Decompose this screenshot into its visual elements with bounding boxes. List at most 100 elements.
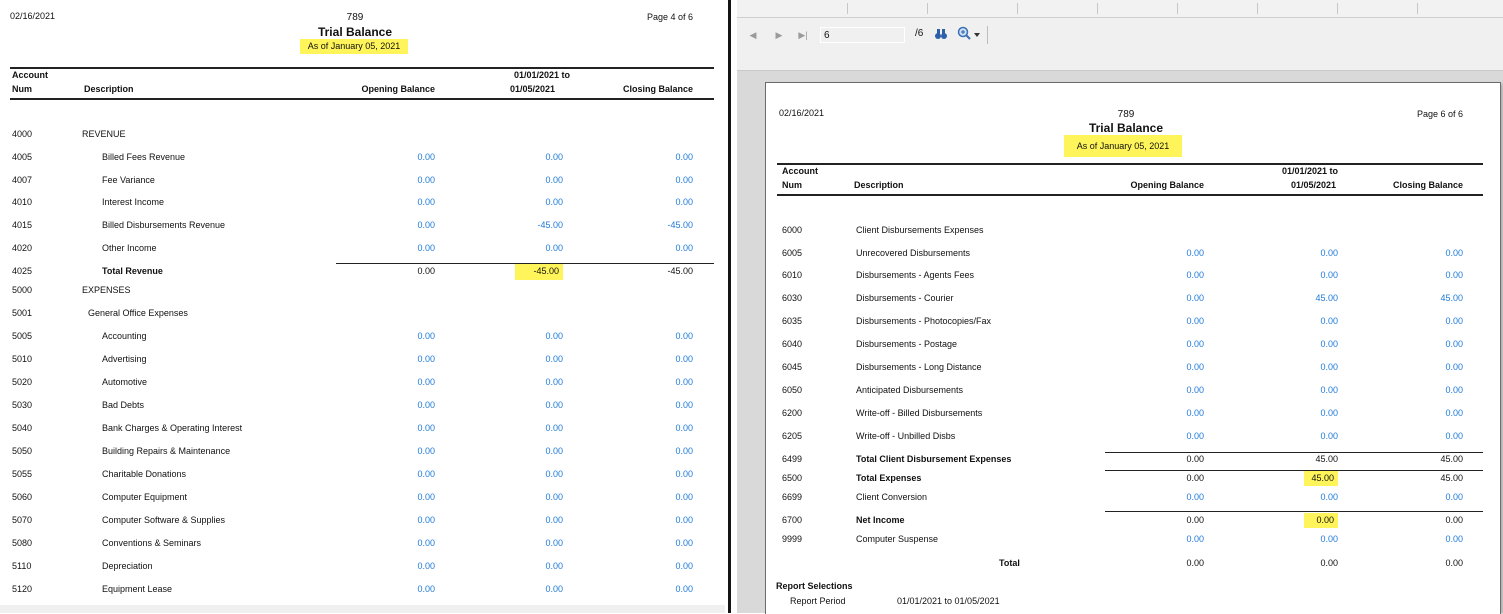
col-header-account: Account xyxy=(782,166,818,176)
col-header-num: Num xyxy=(782,180,802,190)
period-change: 0.00 xyxy=(1320,362,1338,372)
report-period-label: Report Period xyxy=(790,596,846,606)
period-change: 0.00 xyxy=(545,446,563,456)
col-header-description: Description xyxy=(84,84,134,94)
opening-balance: 0.00 xyxy=(417,331,435,341)
table-row: 5070 Computer Software & Supplies 0.00 0.00… xyxy=(0,514,715,527)
toolbar-separator xyxy=(1337,3,1338,14)
account-num: 4015 xyxy=(12,220,33,230)
opening-balance: 0.00 xyxy=(417,515,435,525)
closing-balance: 0.00 xyxy=(675,515,693,525)
opening-balance: 0.00 xyxy=(417,175,435,185)
last-page-icon[interactable]: ▶| xyxy=(795,27,811,43)
table-row: 5030 Bad Debts 0.00 0.00 0.00 xyxy=(0,399,715,412)
binoculars-icon[interactable] xyxy=(934,27,948,41)
account-num: 9999 xyxy=(782,534,803,544)
col-header-period-top: 01/01/2021 to xyxy=(513,70,570,80)
account-num: 5070 xyxy=(12,515,33,525)
toolbar-separator xyxy=(1097,3,1098,14)
account-description: EXPENSES xyxy=(82,285,131,295)
account-num: 6700 xyxy=(782,515,803,525)
toolbar-separator xyxy=(987,26,988,44)
closing-balance: 0.00 xyxy=(675,423,693,433)
net-income-rule xyxy=(1105,511,1483,512)
table-row: 6035 Disbursements - Photocopies/Fax 0.00 0… xyxy=(766,315,1496,328)
table-row: 6700 Net Income 0.00 0.00 0.00 xyxy=(766,513,1496,528)
table-row: 6005 Unrecovered Disbursements 0.00 0.00 0.0… xyxy=(766,247,1496,260)
first-page-icon[interactable]: ◀ xyxy=(745,27,761,43)
opening-balance: 0.00 xyxy=(417,538,435,548)
closing-balance: 0.00 xyxy=(1445,431,1463,441)
period-change: 45.00 xyxy=(1304,471,1338,486)
account-description: General Office Expenses xyxy=(88,308,188,318)
account-num: 5005 xyxy=(12,331,33,341)
zoom-icon[interactable] xyxy=(957,26,971,40)
chevron-down-icon[interactable] xyxy=(974,33,980,37)
closing-balance: 0.00 xyxy=(1445,408,1463,418)
table-row: 6010 Disbursements - Agents Fees 0.00 0.00 0… xyxy=(766,269,1496,282)
table-row: 4000 REVENUE xyxy=(0,128,715,141)
page-number: Page 6 of 6 xyxy=(1416,109,1463,119)
period-change: 0.00 xyxy=(545,561,563,571)
col-header-closing: Closing Balance xyxy=(1392,180,1463,190)
account-description: Equipment Lease xyxy=(102,584,173,594)
table-row: 6000 Client Disbursements Expenses xyxy=(766,224,1496,237)
opening-balance: 0.00 xyxy=(417,584,435,594)
table-row: 4005 Billed Fees Revenue 0.00 0.00 0.00 xyxy=(0,151,715,164)
page-number-input[interactable]: 6 xyxy=(820,27,905,43)
table-row: 6030 Disbursements - Courier 0.00 45.00 45.0… xyxy=(766,292,1496,305)
account-num: 5040 xyxy=(12,423,33,433)
table-row: 9999 Computer Suspense 0.00 0.00 0.00 xyxy=(766,533,1496,546)
account-description: Total Expenses xyxy=(856,473,922,483)
toolbar-separator xyxy=(1177,3,1178,14)
account-description: Bad Debts xyxy=(102,400,145,410)
period-change: 0.00 xyxy=(1320,431,1338,441)
account-num: 6000 xyxy=(782,225,803,235)
account-num: 6010 xyxy=(782,270,803,280)
account-num: 4000 xyxy=(12,129,33,139)
opening-balance: 0.00 xyxy=(417,469,435,479)
firm-number: 789 xyxy=(346,12,364,23)
col-header-period-bottom: 01/05/2021 xyxy=(509,84,555,94)
account-description: Disbursements - Postage xyxy=(856,339,958,349)
closing-balance: 0.00 xyxy=(675,175,693,185)
account-num: 4007 xyxy=(12,175,33,185)
period-change: 0.00 xyxy=(1320,270,1338,280)
closing-balance: 45.00 xyxy=(1440,454,1463,464)
table-row: 5055 Charitable Donations 0.00 0.00 0.00 xyxy=(0,468,715,481)
col-header-account: Account xyxy=(12,70,48,80)
account-description: Computer Suspense xyxy=(856,534,939,544)
closing-balance: 0.00 xyxy=(675,584,693,594)
opening-balance: 0.00 xyxy=(417,197,435,207)
table-row: 6699 Client Conversion 0.00 0.00 0.00 xyxy=(766,491,1496,504)
period-change: 0.00 xyxy=(545,197,563,207)
account-num: 5060 xyxy=(12,492,33,502)
period-change: 45.00 xyxy=(1315,293,1338,303)
report-title: Trial Balance xyxy=(1088,121,1164,135)
firm-number: 789 xyxy=(1117,109,1135,120)
account-num: 5050 xyxy=(12,446,33,456)
account-num: 6699 xyxy=(782,492,803,502)
account-description: Net Income xyxy=(856,515,905,525)
toolbar-separator xyxy=(1017,3,1018,14)
toolbar-separator xyxy=(1417,3,1418,14)
closing-balance: 0.00 xyxy=(675,197,693,207)
period-change: 0.00 xyxy=(1320,316,1338,326)
pane-divider[interactable] xyxy=(725,0,737,613)
period-change: 0.00 xyxy=(545,584,563,594)
next-page-icon[interactable]: ▶ xyxy=(771,27,787,43)
account-description: Accounting xyxy=(102,331,147,341)
opening-balance: 0.00 xyxy=(417,220,435,230)
closing-balance: 45.00 xyxy=(1440,473,1463,483)
account-description: Billed Fees Revenue xyxy=(102,152,186,162)
table-row: 6200 Write-off - Billed Disbursements 0.00… xyxy=(766,407,1496,420)
account-description: Conventions & Seminars xyxy=(102,538,202,548)
closing-balance: 0.00 xyxy=(1445,385,1463,395)
header-rule-top xyxy=(777,163,1483,165)
header-rule-top xyxy=(10,67,714,69)
period-change: 0.00 xyxy=(545,400,563,410)
account-description: Computer Equipment xyxy=(102,492,188,502)
report-as-of: As of January 05, 2021 xyxy=(300,39,408,54)
col-header-closing: Closing Balance xyxy=(622,84,693,94)
report-date: 02/16/2021 xyxy=(10,11,56,21)
